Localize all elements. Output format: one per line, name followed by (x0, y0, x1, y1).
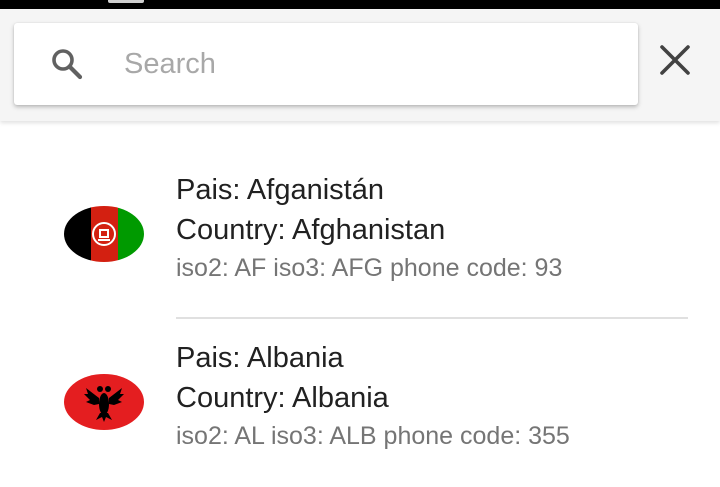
close-button[interactable] (652, 39, 698, 85)
list-item-albania[interactable]: Pais: Albania Country: Albania iso2: AL … (0, 319, 720, 487)
country-label: Country: Albania (176, 382, 389, 414)
country-info: Pais: Afganistán Country: Afghanistan is… (176, 170, 688, 286)
search-box[interactable] (14, 23, 638, 105)
search-icon[interactable] (50, 47, 84, 81)
albania-flag-icon (64, 374, 144, 430)
codes-label: iso2: AL iso3: ALB phone code: 355 (176, 422, 570, 450)
search-toolbar (0, 9, 720, 121)
country-info: Pais: Albania Country: Albania iso2: AL … (176, 338, 688, 454)
status-bar (0, 0, 720, 9)
country-label: Country: Afghanistan (176, 214, 446, 246)
codes-label: iso2: AF iso3: AFG phone code: 93 (176, 254, 563, 282)
close-icon[interactable] (659, 44, 691, 81)
status-bar-indicator (108, 0, 144, 3)
list-item-afghanistan[interactable]: Pais: Afganistán Country: Afghanistan is… (0, 121, 720, 289)
pais-label: Pais: Afganistán (176, 174, 384, 206)
pais-label: Pais: Albania (176, 342, 344, 374)
afghanistan-flag-icon (64, 206, 144, 262)
search-input[interactable] (124, 41, 614, 87)
